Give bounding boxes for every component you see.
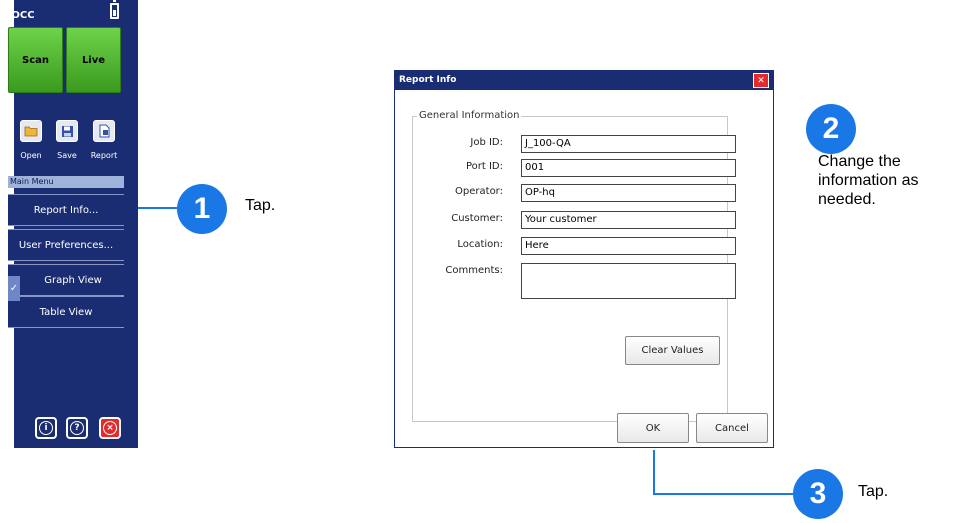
dialog-title: Report Info <box>399 75 457 85</box>
port-id-field[interactable]: 001 <box>521 159 736 177</box>
live-button[interactable]: Live <box>66 27 121 93</box>
callout-1-badge: 1 <box>177 184 227 234</box>
folder-icon <box>24 126 38 137</box>
callout-1-line <box>138 207 180 209</box>
callout-3-line-horizontal <box>653 493 793 495</box>
callout-3-text: Tap. <box>858 483 889 500</box>
comments-field[interactable] <box>521 263 736 299</box>
scan-button[interactable]: Scan <box>8 27 63 93</box>
main-menu-header: Main Menu <box>8 176 124 188</box>
battery-icon <box>110 0 119 19</box>
report-button[interactable] <box>93 120 115 142</box>
report-icon <box>99 124 109 138</box>
callout-2-text: Change the information as needed. <box>818 153 919 208</box>
info-icon: i <box>39 421 53 435</box>
general-information-group: General Information Job ID: J_100-QA Por… <box>412 110 736 422</box>
app-title: iOCC <box>8 10 35 21</box>
report-info-dialog: Report Info ✕ General Information Job ID… <box>394 70 774 448</box>
info-button[interactable]: i <box>35 417 57 439</box>
clear-values-button[interactable]: Clear Values <box>625 336 720 365</box>
callout-2-badge: 2 <box>806 104 856 154</box>
checkmark-icon: ✓ <box>8 276 20 301</box>
customer-field[interactable]: Your customer <box>521 211 736 229</box>
menu-item-graph-view[interactable]: Graph View <box>8 264 124 296</box>
customer-label: Customer: <box>451 213 503 224</box>
floppy-icon <box>61 125 73 137</box>
callout-1-text: Tap. <box>245 197 276 214</box>
close-icon: ✕ <box>757 75 765 86</box>
ok-button[interactable]: OK <box>617 413 689 443</box>
cancel-button[interactable]: Cancel <box>696 413 768 443</box>
exit-button[interactable]: × <box>99 417 121 439</box>
help-icon: ? <box>70 421 84 435</box>
group-title: General Information <box>417 110 522 121</box>
exit-icon: × <box>103 421 117 435</box>
location-label: Location: <box>457 239 503 250</box>
callout-3-badge: 3 <box>793 469 843 519</box>
menu-item-report-info[interactable]: Report Info... <box>8 194 124 226</box>
job-id-field[interactable]: J_100-QA <box>521 135 736 153</box>
report-label: Report <box>90 151 118 160</box>
operator-label: Operator: <box>455 186 503 197</box>
operator-field[interactable]: OP-hq <box>521 184 736 202</box>
callout-3-line-vertical <box>653 450 655 495</box>
save-label: Save <box>57 151 77 160</box>
job-id-label: Job ID: <box>470 137 503 148</box>
open-button[interactable] <box>20 120 42 142</box>
open-label: Open <box>20 151 42 160</box>
help-button[interactable]: ? <box>66 417 88 439</box>
main-menu: Main Menu Report Info... User Preference… <box>8 176 124 356</box>
close-button[interactable]: ✕ <box>753 73 769 88</box>
menu-item-user-preferences[interactable]: User Preferences... <box>8 229 124 261</box>
comments-label: Comments: <box>445 265 503 276</box>
save-button[interactable] <box>56 120 78 142</box>
location-field[interactable]: Here <box>521 237 736 255</box>
menu-item-table-view[interactable]: Table View <box>8 296 124 328</box>
port-id-label: Port ID: <box>465 161 503 172</box>
